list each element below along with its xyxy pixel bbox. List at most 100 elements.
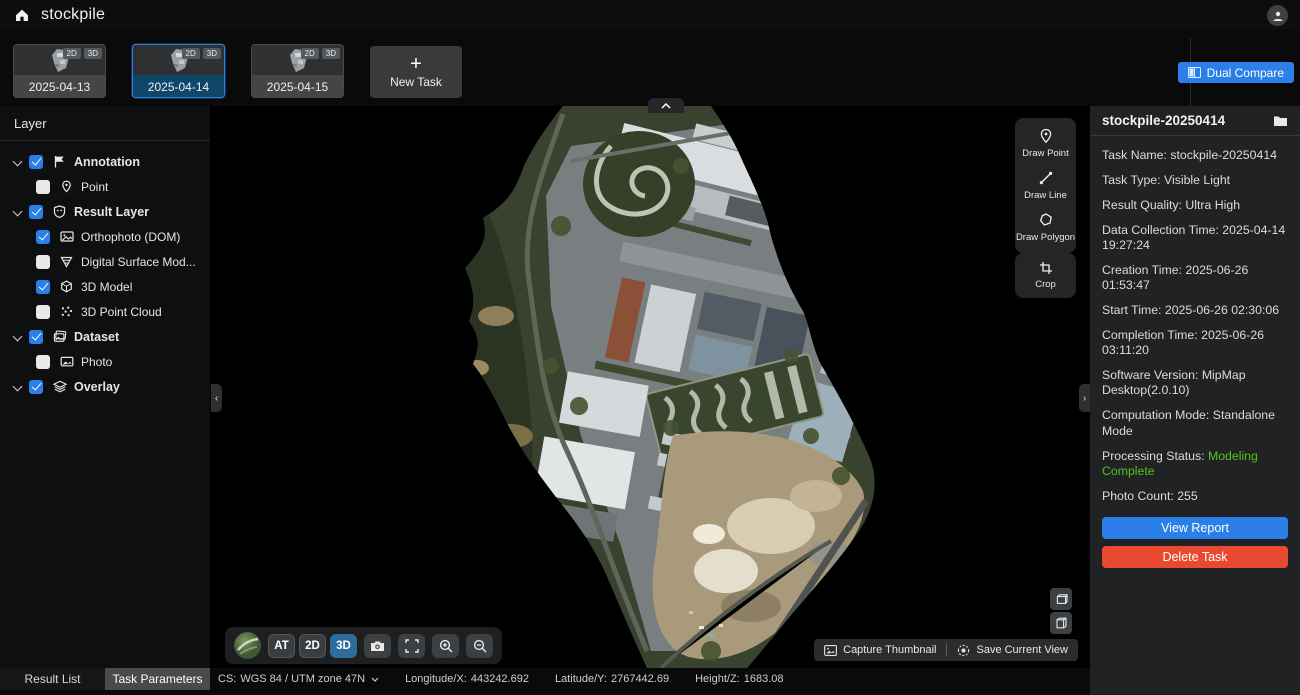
mode-at-button[interactable]: AT [268, 634, 295, 658]
layer-group-overlay[interactable]: Overlay [0, 374, 210, 399]
photo-stack-icon [52, 329, 67, 344]
task-card-2025-04-13[interactable]: 2D 3D 2025-04-13 [13, 44, 106, 98]
coordinate-system[interactable]: CS: WGS 84 / UTM zone 47N [218, 673, 379, 685]
layer-group-result-layer[interactable]: Result Layer [0, 199, 210, 224]
task-strip: 2D 3D 2025-04-13 2D 3D 2025-04-14 2D [0, 30, 1300, 106]
home-button[interactable] [12, 5, 32, 25]
badge-3d: 3D [203, 48, 221, 59]
layer-label: Orthophoto (DOM) [81, 230, 180, 244]
task-details-panel: stockpile-20250414 Task Name: stockpile-… [1090, 106, 1300, 695]
dual-compare-button[interactable]: Dual Compare [1178, 62, 1294, 83]
height-readout: Height/Z:1683.08 [695, 673, 783, 685]
draw-polygon-button[interactable]: Draw Polygon [1016, 212, 1075, 243]
save-view-icon [957, 644, 970, 657]
open-folder-button[interactable] [1273, 115, 1288, 127]
crop-icon [1039, 261, 1053, 275]
plus-icon: + [410, 55, 422, 73]
point-checkbox[interactable] [36, 180, 50, 194]
top-header: stockpile [0, 0, 1300, 30]
mode-at-label: AT [274, 640, 288, 652]
latitude-readout: Latitude/Y:2767442.69 [555, 673, 669, 685]
capture-thumbnail-icon [824, 645, 837, 656]
detail-row: Completion Time: 2025-06-26 03:11:20 [1102, 328, 1288, 359]
zoom-in-button[interactable] [432, 634, 459, 658]
crop-panel: Crop [1015, 253, 1076, 298]
chevron-down-icon[interactable] [371, 677, 379, 682]
screenshot-button[interactable] [364, 634, 391, 658]
layer-label: Overlay [74, 380, 120, 394]
photo-checkbox[interactable] [36, 355, 50, 369]
cube-3d-icon [59, 279, 74, 294]
detail-row: Creation Time: 2025-06-26 01:53:47 [1102, 263, 1288, 294]
layer-item-orthophoto[interactable]: Orthophoto (DOM) [0, 224, 210, 249]
layer-group-dataset[interactable]: Dataset [0, 324, 210, 349]
draw-point-icon [1038, 128, 1054, 144]
draw-polygon-icon [1038, 212, 1054, 228]
zoom-out-button[interactable] [466, 634, 493, 658]
draw-point-label: Draw Point [1022, 148, 1068, 159]
result-layer-icon [52, 204, 67, 219]
view-report-button[interactable]: View Report [1102, 517, 1288, 539]
mode-2d-button[interactable]: 2D [299, 634, 326, 658]
chevron-down-icon[interactable] [13, 207, 23, 217]
basemap-thumbnail[interactable] [234, 632, 261, 659]
user-avatar[interactable] [1267, 5, 1288, 26]
layer-item-dsm[interactable]: Digital Surface Mod... [0, 249, 210, 274]
badge-3d: 3D [84, 48, 102, 59]
ortho-view-button[interactable] [1050, 612, 1072, 634]
fit-view-button[interactable] [398, 634, 425, 658]
badge-2d: 2D [301, 48, 319, 59]
layer-label: Photo [81, 355, 112, 369]
layer-item-point-cloud[interactable]: 3D Point Cloud [0, 299, 210, 324]
image-icon [59, 229, 74, 244]
model-checkbox[interactable] [36, 280, 50, 294]
draw-line-button[interactable]: Draw Line [1024, 170, 1067, 201]
result-layer-checkbox[interactable] [29, 205, 43, 219]
chevron-down-icon[interactable] [13, 332, 23, 342]
layer-group-annotation[interactable]: Annotation [0, 149, 210, 174]
orthophoto-checkbox[interactable] [36, 230, 50, 244]
collapse-left-panel-tab[interactable]: ‹ [211, 384, 222, 412]
layer-tree: Annotation Point Result Layer [0, 141, 210, 399]
bottom-bar: Result List Task Parameters CS: WGS 84 /… [0, 668, 1090, 695]
home-icon [14, 7, 30, 23]
point-cloud-checkbox[interactable] [36, 305, 50, 319]
tab-result-list[interactable]: Result List [0, 668, 105, 690]
draw-point-button[interactable]: Draw Point [1022, 128, 1068, 159]
layer-item-3d-model[interactable]: 3D Model [0, 274, 210, 299]
detail-row: Computation Mode: Standalone Mode [1102, 408, 1288, 439]
task-card-2025-04-14[interactable]: 2D 3D 2025-04-14 [132, 44, 225, 98]
save-current-view-button[interactable]: Save Current View [947, 639, 1078, 661]
mode-3d-button[interactable]: 3D [330, 634, 357, 658]
perspective-view-button[interactable] [1050, 588, 1072, 610]
layer-label: Digital Surface Mod... [81, 255, 196, 269]
user-icon [1272, 10, 1284, 22]
layer-item-point[interactable]: Point [0, 174, 210, 199]
layer-item-photo[interactable]: Photo [0, 349, 210, 374]
crop-button[interactable]: Crop [1035, 261, 1056, 290]
dataset-checkbox[interactable] [29, 330, 43, 344]
chevron-down-icon[interactable] [13, 157, 23, 167]
draw-line-label: Draw Line [1024, 190, 1067, 201]
collapse-right-panel-tab[interactable]: › [1079, 384, 1090, 412]
orthophoto-map[interactable] [211, 106, 1090, 668]
collapse-strip-tab[interactable] [648, 98, 684, 113]
task-thumbnail: 2D 3D [133, 45, 224, 75]
delete-task-button[interactable]: Delete Task [1102, 546, 1288, 568]
pin-icon [59, 179, 74, 194]
chevron-down-icon[interactable] [13, 382, 23, 392]
dsm-checkbox[interactable] [36, 255, 50, 269]
layer-label: 3D Point Cloud [81, 305, 162, 319]
crop-label: Crop [1035, 279, 1056, 290]
layer-panel-title: Layer [0, 106, 210, 141]
task-card-2025-04-15[interactable]: 2D 3D 2025-04-15 [251, 44, 344, 98]
annotation-checkbox[interactable] [29, 155, 43, 169]
mode-2d-label: 2D [305, 640, 320, 652]
app-window: stockpile 2D 3D 2025-04-13 2D [0, 0, 1300, 695]
new-task-button[interactable]: + New Task [370, 46, 462, 98]
statusbar: CS: WGS 84 / UTM zone 47N Longitude/X:44… [218, 668, 784, 690]
tab-task-parameters[interactable]: Task Parameters [105, 668, 210, 690]
overlay-checkbox[interactable] [29, 380, 43, 394]
capture-thumbnail-button[interactable]: Capture Thumbnail [814, 639, 946, 661]
capture-thumbnail-label: Capture Thumbnail [843, 644, 936, 656]
